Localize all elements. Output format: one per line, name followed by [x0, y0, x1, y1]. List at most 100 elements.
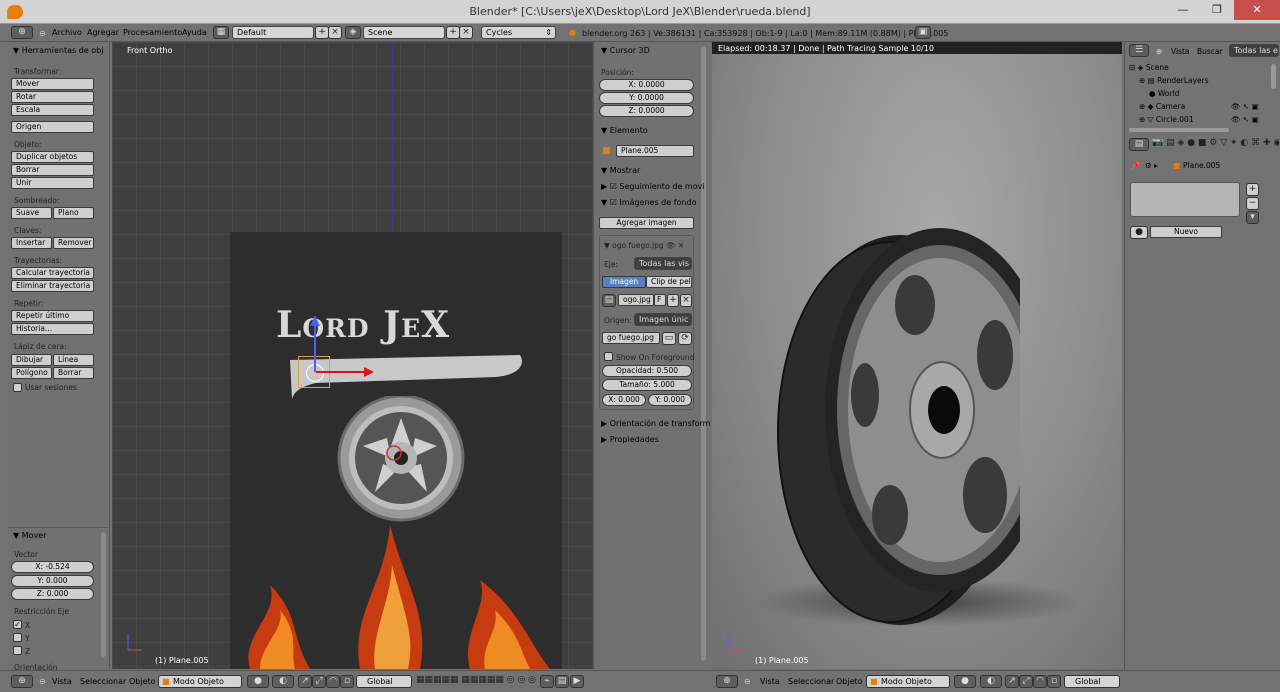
render-anim-icon[interactable]: ▶ — [570, 675, 584, 688]
origin-button[interactable]: Origen — [11, 121, 94, 133]
add-scene-icon[interactable]: + — [446, 26, 460, 39]
fullscreen-icon[interactable]: ▣ — [915, 26, 931, 39]
viewport-shading-icon-right[interactable]: ● — [954, 675, 976, 688]
cursor-x-field[interactable]: X: 0.0000 — [599, 79, 694, 91]
tool-shelf-title[interactable]: ▼ Herramientas de obj — [13, 46, 103, 55]
tab-movie-clip[interactable]: Clip de pelícu — [646, 276, 692, 288]
bottom-menu-vista-right[interactable]: Vista — [760, 677, 780, 686]
file-path-field[interactable]: go fuego.jpg — [602, 332, 660, 344]
menu-archivo[interactable]: Archivo — [52, 28, 82, 37]
viewport-shading-icon[interactable]: ● — [247, 675, 269, 688]
source-select[interactable]: Imagen únic — [634, 313, 692, 326]
add-image-button[interactable]: Agregar imagen — [599, 217, 694, 229]
screen-layout-icon[interactable]: ▦ — [213, 26, 229, 39]
axis-z-checkbox[interactable] — [13, 646, 22, 655]
translate-manipulator-icon[interactable]: ⤢ — [312, 675, 326, 688]
move-button[interactable]: Mover — [11, 78, 94, 90]
editor-type-3d-icon-right[interactable]: ⊕ — [716, 675, 738, 688]
visibility-eye-icon-2[interactable]: 👁 ↖ ▣ — [1231, 115, 1259, 124]
material-browse-icon[interactable]: ● — [1130, 226, 1148, 239]
collapse-icon[interactable]: ⊖ — [39, 29, 46, 38]
rotate-button[interactable]: Rotar — [11, 91, 94, 103]
maximize-button[interactable]: ❐ — [1200, 0, 1234, 20]
add-layout-icon[interactable]: + — [315, 26, 329, 39]
scale-manipulator-icon[interactable]: ▫ — [340, 675, 354, 688]
offset-x-field[interactable]: X: 0.000 — [602, 394, 646, 406]
new-image-icon[interactable]: + — [667, 294, 679, 307]
outliner-editor-icon[interactable]: ☰ — [1129, 44, 1149, 57]
wheel-object-left[interactable] — [337, 396, 465, 524]
remove-layout-icon[interactable]: × — [328, 26, 342, 39]
motion-tracking-panel[interactable]: ▶ ☑ Seguimiento de movi — [601, 182, 705, 191]
scene-field[interactable]: Scene — [363, 26, 445, 39]
render-preview-icon[interactable]: ▤ — [555, 675, 569, 688]
bottom-menu-objeto-right[interactable]: Objeto — [836, 677, 863, 686]
translate-manipulator-icon-right[interactable]: ⤢ — [1019, 675, 1033, 688]
cursor3d-title[interactable]: ▼ Cursor 3D — [601, 46, 650, 55]
use-sessions-checkbox[interactable] — [13, 383, 22, 392]
rotate-manipulator-icon-right[interactable]: ◠ — [1033, 675, 1047, 688]
outliner-item-circle[interactable]: ⊕ ▽ Circle.001 — [1139, 115, 1194, 124]
outliner-filter-select[interactable]: Todas las esc — [1229, 44, 1279, 57]
outliner-item-world[interactable]: ● World — [1149, 89, 1179, 98]
remove-icon[interactable]: ✕ — [678, 241, 684, 250]
editor-type-icon[interactable]: ⊕ — [11, 26, 33, 39]
bottom-menu-seleccionar-right[interactable]: Seleccionar — [788, 677, 834, 686]
menu-ayuda[interactable]: Ayuda — [182, 28, 207, 37]
join-button[interactable]: Unir — [11, 177, 94, 189]
screen-layout-field[interactable]: Default — [232, 26, 314, 39]
bottom-menu-seleccionar[interactable]: Seleccionar — [80, 677, 126, 686]
show-foreground-checkbox[interactable] — [604, 352, 613, 361]
calculate-path-button[interactable]: Calcular trayectoria — [11, 267, 94, 279]
manipulator-toggle-icon-right[interactable]: ↗ — [1005, 675, 1019, 688]
outliner-vscrollbar[interactable] — [1271, 64, 1276, 89]
outliner-item-camera[interactable]: ⊕ ◆ Camera — [1139, 102, 1185, 111]
orientation-select-right[interactable]: Global — [1064, 675, 1120, 688]
bottom-collapse-icon-right[interactable]: ⊖ — [744, 677, 751, 686]
bottom-collapse-icon[interactable]: ⊖ — [39, 677, 46, 686]
remove-key-button[interactable]: Remover — [53, 237, 94, 249]
properties-context-tabs[interactable]: 📷 ▤ ◈ ● ■ ⚙ ▽ ✦ ◐ ⌘ ✚ ◉ — [1152, 138, 1279, 151]
bottom-menu-objeto[interactable]: Objeto — [129, 677, 156, 686]
new-material-button[interactable]: Nuevo — [1150, 226, 1222, 238]
folder-icon[interactable]: ▭ — [662, 332, 676, 345]
fake-user-button[interactable]: F — [654, 294, 666, 306]
rotate-manipulator-icon[interactable]: ◠ — [326, 675, 340, 688]
repeat-last-button[interactable]: Repetir último — [11, 310, 94, 322]
outliner-item-scene[interactable]: ⊟ ◈ Scene — [1129, 63, 1169, 72]
scale-button[interactable]: Escala — [11, 104, 94, 116]
layer-buttons[interactable]: ▦▦▦▦▦ ▦▦▦▦▦ ◎ ◎ ◎ — [416, 675, 536, 688]
tool-shelf-scrollbar[interactable] — [101, 532, 106, 657]
cursor-z-field[interactable]: Z: 0.0000 — [599, 105, 694, 117]
draw-button[interactable]: Dibujar — [11, 354, 52, 366]
render-engine-select[interactable]: Cycles ⇕ — [481, 26, 556, 39]
scene-icon[interactable]: ◈ — [345, 26, 361, 39]
editor-type-3d-icon[interactable]: ⊕ — [11, 675, 33, 688]
smooth-button[interactable]: Suave — [11, 207, 52, 219]
unlink-image-icon[interactable]: × — [680, 294, 692, 307]
transform-orientation-panel[interactable]: ▶ Orientación de transform — [601, 419, 710, 428]
add-slot-icon[interactable]: + — [1246, 183, 1259, 196]
bottom-menu-vista[interactable]: Vista — [52, 677, 72, 686]
operator-title[interactable]: ▼ Mover — [13, 531, 46, 540]
polygon-button[interactable]: Polígono — [11, 367, 52, 379]
axis-x-checkbox[interactable]: ✓ — [13, 620, 22, 629]
duplicate-button[interactable]: Duplicar objetos — [11, 151, 94, 163]
clear-path-button[interactable]: Eliminar trayectoria — [11, 280, 94, 292]
shelf-scrollbar[interactable] — [701, 46, 706, 661]
orientation-select[interactable]: Global — [356, 675, 412, 688]
axis-y-checkbox[interactable] — [13, 633, 22, 642]
pivot-point-icon-right[interactable]: ◐ — [980, 675, 1002, 688]
line-button[interactable]: Línea — [53, 354, 94, 366]
minimize-button[interactable]: — — [1166, 0, 1200, 20]
offset-y-field[interactable]: Y: 0.000 — [648, 394, 692, 406]
image-browse-icon[interactable]: ▤ — [602, 294, 616, 307]
remove-slot-icon[interactable]: − — [1246, 197, 1259, 210]
mode-select-right[interactable]: Modo Objeto ■ — [866, 675, 950, 688]
vector-z-field[interactable]: Z: 0.000 — [11, 588, 94, 600]
outliner-collapse-icon[interactable]: ⊕ — [1156, 47, 1162, 56]
outliner-item-renderlayers[interactable]: ⊕ ▤ RenderLayers — [1139, 76, 1209, 85]
insert-key-button[interactable]: Insertar — [11, 237, 52, 249]
vector-x-field[interactable]: X: -0.524 — [11, 561, 94, 573]
pin-icon[interactable]: 📌 — [1131, 161, 1140, 170]
